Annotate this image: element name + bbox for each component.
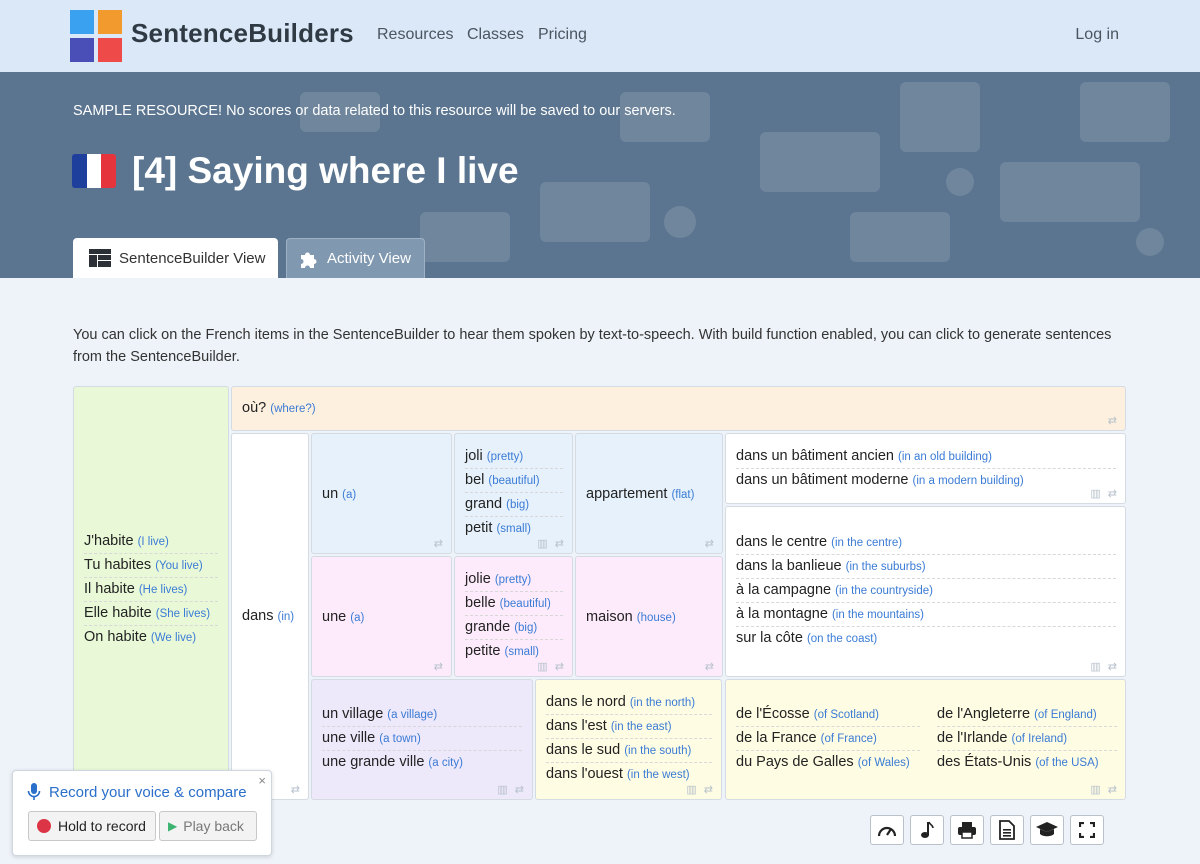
maison-item[interactable]: maison (house) — [586, 609, 676, 625]
settlement-item[interactable]: une grande ville (a city) — [322, 751, 522, 774]
adjective-item[interactable]: belle (beautiful) — [465, 592, 563, 616]
un-item[interactable]: un (a) — [322, 486, 356, 502]
appartement-item[interactable]: appartement (flat) — [586, 486, 694, 502]
nav-pricing[interactable]: Pricing — [538, 26, 587, 44]
country-item[interactable]: de la France (of France) — [736, 727, 920, 751]
sample-notice: SAMPLE RESOURCE! No scores or data relat… — [73, 103, 676, 119]
places-cell: dans le centre (in the centre) dans la ba… — [725, 506, 1126, 677]
place-item[interactable]: dans la banlieue (in the suburbs) — [736, 555, 1116, 579]
country-item[interactable]: du Pays de Galles (of Wales) — [736, 751, 920, 774]
shuffle-icon[interactable]: ⇄ — [705, 537, 716, 550]
music-icon[interactable] — [910, 815, 944, 845]
voice-recorder-panel: Record your voice & compare × Hold to re… — [12, 770, 272, 856]
tab-label: SentenceBuilder View — [119, 249, 266, 267]
adjectives-masculine-cell: joli (pretty) bel (beautiful) grand (big) p… — [454, 433, 573, 554]
nav-resources[interactable]: Resources — [377, 26, 453, 44]
fullscreen-icon[interactable] — [1070, 815, 1104, 845]
adjective-item[interactable]: jolie (pretty) — [465, 568, 563, 592]
question-row: où? (where?) ⇄ — [231, 386, 1126, 431]
place-item[interactable]: sur la côte (on the coast) — [736, 627, 1116, 650]
maison-cell: maison (house) ⇄ — [575, 556, 723, 677]
une-item[interactable]: une (a) — [322, 609, 364, 625]
tab-label: Activity View — [327, 250, 411, 267]
french-flag-icon — [72, 154, 116, 188]
top-navbar: SentenceBuilders Resources Classes Prici… — [0, 0, 1200, 72]
subject-item[interactable]: Elle habite (She lives) — [84, 602, 218, 626]
record-compare-link[interactable]: Record your voice & compare — [27, 783, 247, 801]
adjective-item[interactable]: grand (big) — [465, 493, 563, 517]
builder-toolbar — [864, 815, 1104, 845]
adjective-item[interactable]: grande (big) — [465, 616, 563, 640]
place-item[interactable]: à la campagne (in the countryside) — [736, 579, 1116, 603]
subject-item[interactable]: Tu habites (You live) — [84, 554, 218, 578]
column-toggle-icon[interactable]: ▥ ⇄ — [1090, 783, 1119, 796]
logo-icon[interactable] — [70, 10, 122, 62]
adjectives-feminine-cell: jolie (pretty) belle (beautiful) grande (b… — [454, 556, 573, 677]
print-icon[interactable] — [950, 815, 984, 845]
subjects-column: J'habite (I live) Tu habites (You live) Il… — [73, 386, 229, 800]
dashboard-icon — [89, 249, 111, 267]
play-back-button[interactable]: ▶ Play back — [159, 811, 257, 841]
shuffle-icon[interactable]: ⇄ — [434, 537, 445, 550]
building-item[interactable]: dans un bâtiment moderne (in a modern bu… — [736, 469, 1116, 492]
direction-item[interactable]: dans le nord (in the north) — [546, 691, 712, 715]
login-link[interactable]: Log in — [1075, 26, 1119, 44]
record-label: Hold to record — [58, 818, 146, 834]
place-item[interactable]: dans le centre (in the centre) — [736, 531, 1116, 555]
dans-column: dans (in) ⇄ — [231, 433, 309, 800]
appartement-cell: appartement (flat) ⇄ — [575, 433, 723, 554]
une-cell: une (a) ⇄ — [311, 556, 452, 677]
play-icon: ▶ — [168, 819, 178, 833]
hold-to-record-button[interactable]: Hold to record — [28, 811, 156, 841]
dans-item[interactable]: dans (in) — [242, 608, 294, 624]
direction-item[interactable]: dans le sud (in the south) — [546, 739, 712, 763]
record-compare-label: Record your voice & compare — [49, 783, 247, 801]
nav-classes[interactable]: Classes — [467, 26, 524, 44]
record-dot-icon — [37, 819, 51, 833]
buildings-cell: dans un bâtiment ancien (in an old build… — [725, 433, 1126, 504]
question-item[interactable]: où? (where?) — [242, 400, 316, 416]
play-label: Play back — [183, 818, 244, 834]
column-toggle-icon[interactable]: ▥ ⇄ — [537, 660, 566, 673]
subject-item[interactable]: Il habite (He lives) — [84, 578, 218, 602]
column-toggle-icon[interactable]: ▥ ⇄ — [686, 783, 715, 796]
hero-banner: SAMPLE RESOURCE! No scores or data relat… — [0, 72, 1200, 278]
country-item[interactable]: de l'Écosse (of Scotland) — [736, 703, 920, 727]
document-icon[interactable] — [990, 815, 1024, 845]
graduation-cap-icon[interactable] — [1030, 815, 1064, 845]
puzzle-icon — [301, 252, 317, 268]
settlements-cell: un village (a village) une ville (a town)… — [311, 679, 533, 800]
column-toggle-icon[interactable]: ▥ ⇄ — [537, 537, 566, 550]
page-title: [4] Saying where I live — [132, 150, 519, 191]
direction-item[interactable]: dans l'est (in the east) — [546, 715, 712, 739]
shuffle-icon[interactable]: ⇄ — [705, 660, 716, 673]
close-icon[interactable]: × — [258, 773, 266, 788]
country-item[interactable]: des États-Unis (of the USA) — [937, 751, 1117, 774]
microphone-icon — [27, 783, 41, 800]
shuffle-icon[interactable]: ⇄ — [434, 660, 445, 673]
column-toggle-icon[interactable]: ▥ ⇄ — [497, 783, 526, 796]
column-toggle-icon[interactable]: ▥ ⇄ — [1090, 487, 1119, 500]
shuffle-icon[interactable]: ⇄ — [291, 783, 302, 796]
shuffle-icon[interactable]: ⇄ — [1108, 414, 1119, 427]
subject-item[interactable]: J'habite (I live) — [84, 530, 218, 554]
adjective-item[interactable]: joli (pretty) — [465, 445, 563, 469]
settlement-item[interactable]: une ville (a town) — [322, 727, 522, 751]
un-cell: un (a) ⇄ — [311, 433, 452, 554]
countries-cell: de l'Écosse (of Scotland) de la France (o… — [725, 679, 1126, 800]
brand-name[interactable]: SentenceBuilders — [131, 18, 354, 49]
building-item[interactable]: dans un bâtiment ancien (in an old build… — [736, 445, 1116, 469]
adjective-item[interactable]: bel (beautiful) — [465, 469, 563, 493]
country-item[interactable]: de l'Angleterre (of England) — [937, 703, 1117, 727]
speed-icon[interactable] — [870, 815, 904, 845]
column-toggle-icon[interactable]: ▥ ⇄ — [1090, 660, 1119, 673]
directions-cell: dans le nord (in the north) dans l'est (i… — [535, 679, 722, 800]
settlement-item[interactable]: un village (a village) — [322, 703, 522, 727]
place-item[interactable]: à la montagne (in the mountains) — [736, 603, 1116, 627]
intro-text: You can click on the French items in the… — [73, 327, 1112, 365]
tab-activity-view[interactable]: Activity View — [286, 238, 425, 278]
country-item[interactable]: de l'Irlande (of Ireland) — [937, 727, 1117, 751]
subject-item[interactable]: On habite (We live) — [84, 626, 218, 649]
tab-sentencebuilder-view[interactable]: SentenceBuilder View — [73, 238, 278, 278]
